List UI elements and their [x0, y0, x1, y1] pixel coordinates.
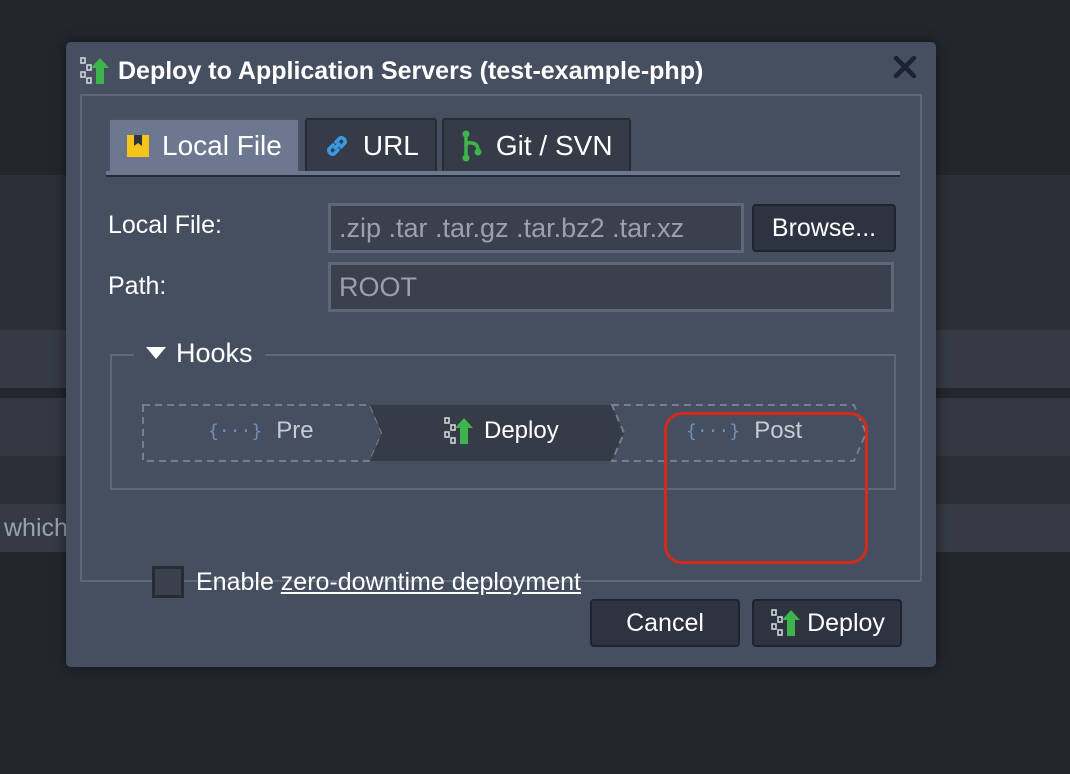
zero-downtime-option: Enable zero-downtime deployment [152, 566, 581, 598]
hook-pre[interactable]: {···} Pre [208, 416, 314, 446]
tab-label: Local File [162, 129, 282, 161]
zero-downtime-checkbox[interactable] [152, 566, 184, 598]
tab-local-file[interactable]: Local File [108, 118, 300, 171]
path-label: Path: [108, 272, 167, 300]
deploy-arrow-icon [444, 417, 473, 444]
hooks-legend-label: Hooks [176, 338, 253, 368]
deploy-panel: Local File URL Git / SVN Local File: .zi… [80, 94, 922, 598]
close-icon[interactable] [892, 54, 918, 80]
deploy-dialog: Deploy to Application Servers (test-exam… [66, 42, 936, 667]
deploy-arrow-icon [771, 609, 801, 636]
dialog-title: Deploy to Application Servers (test-exam… [118, 56, 704, 85]
tab-url[interactable]: URL [304, 118, 437, 171]
background-text: which [4, 514, 68, 542]
local-file-label: Local File: [108, 211, 222, 239]
git-branch-icon [462, 130, 482, 161]
cancel-button[interactable]: Cancel [590, 599, 740, 647]
hook-deploy[interactable]: Deploy [442, 416, 559, 446]
tab-label: Git / SVN [495, 129, 613, 161]
triangle-down-icon [146, 346, 166, 359]
link-icon [326, 135, 347, 156]
zero-downtime-link[interactable]: zero-downtime deployment [281, 568, 581, 596]
deploy-button[interactable]: Deploy [752, 599, 902, 647]
local-file-input[interactable]: .zip .tar .tar.gz .tar.bz2 .tar.xz [328, 203, 744, 253]
hooks-toggle[interactable]: Hooks [134, 338, 265, 369]
tab-strip-divider [106, 171, 900, 177]
deploy-button-label: Deploy [807, 608, 885, 637]
browse-button[interactable]: Browse... [752, 204, 896, 252]
source-tabs: Local File URL Git / SVN [108, 118, 631, 171]
post-hook-highlight [664, 412, 868, 564]
deploy-arrow-icon [80, 57, 109, 84]
hook-pre-label: Pre [276, 417, 314, 444]
zero-downtime-prefix: Enable [196, 567, 281, 596]
tab-label: URL [362, 129, 419, 161]
hook-deploy-label: Deploy [484, 417, 559, 444]
dialog-title-bar: Deploy to Application Servers (test-exam… [78, 55, 703, 87]
code-braces-icon: {···} [208, 420, 263, 442]
archive-icon [127, 134, 149, 157]
tab-git-svn[interactable]: Git / SVN [441, 118, 631, 171]
path-input[interactable]: ROOT [328, 262, 894, 312]
